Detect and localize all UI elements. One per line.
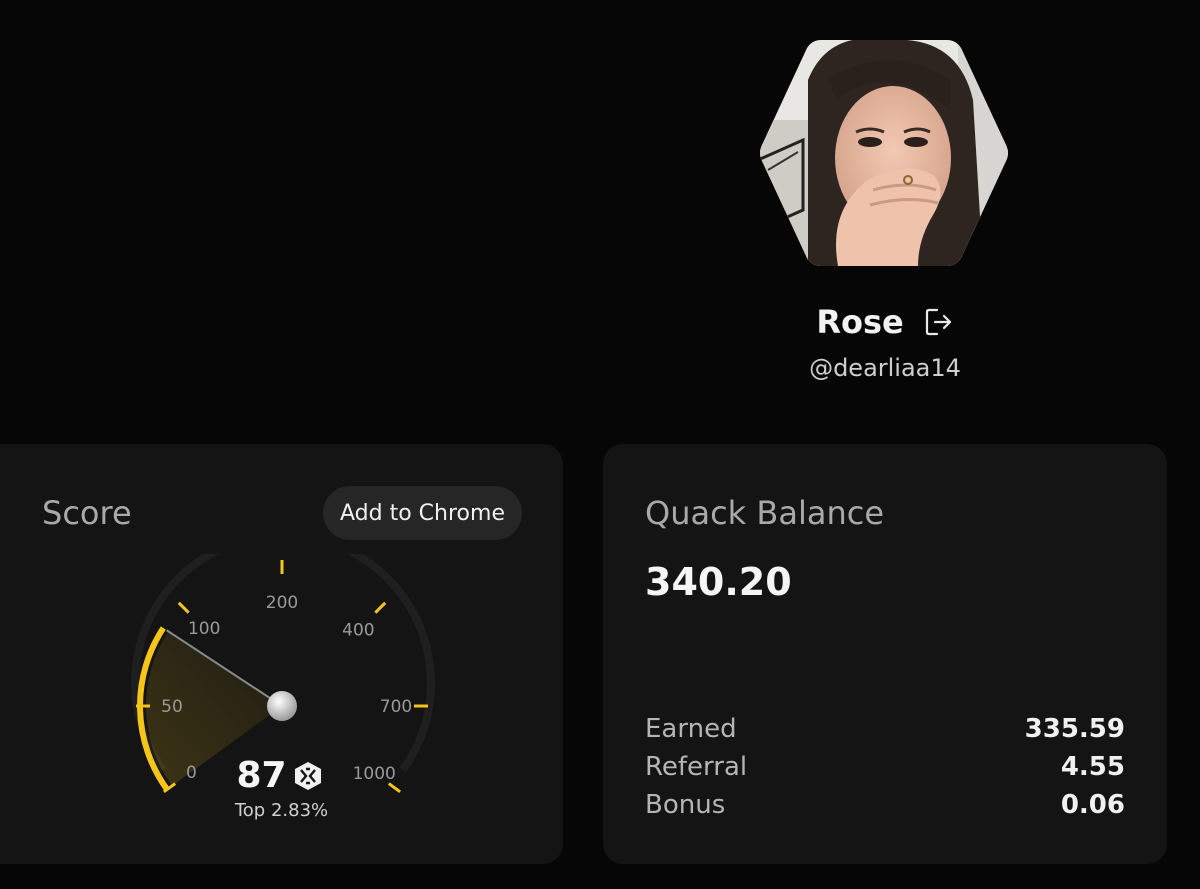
balance-breakdown: Earned 335.59 Referral 4.55 Bonus 0.06 — [645, 710, 1125, 824]
bonus-row: Bonus 0.06 — [645, 786, 1125, 824]
profile-header: Rose — [0, 300, 1200, 344]
balance-total: 340.20 — [645, 560, 792, 604]
earned-label: Earned — [645, 714, 737, 744]
score-value-row: 87 — [0, 755, 563, 796]
gauge-tick-label: 100 — [188, 619, 220, 639]
gauge-tick — [374, 601, 387, 614]
gauge-tick-label: 400 — [342, 621, 374, 641]
bonus-label: Bonus — [645, 790, 726, 820]
bonus-value: 0.06 — [1060, 790, 1125, 820]
add-to-chrome-button[interactable]: Add to Chrome — [323, 486, 522, 540]
balance-title: Quack Balance — [645, 494, 884, 532]
gauge-tick — [177, 601, 190, 614]
logout-icon[interactable] — [924, 307, 954, 337]
referral-row: Referral 4.55 — [645, 748, 1125, 786]
referral-label: Referral — [645, 752, 748, 782]
gauge-tick-label: 200 — [266, 593, 298, 613]
score-number: 87 — [236, 755, 287, 796]
profile-name: Rose — [816, 303, 904, 341]
gauge-tick-label: 50 — [161, 697, 183, 717]
score-badge-icon — [294, 761, 321, 790]
profile-handle: @dearliaa14 — [809, 354, 961, 382]
score-rank: Top 2.83% — [234, 800, 329, 821]
referral-value: 4.55 — [1060, 752, 1125, 782]
balance-card: Quack Balance 340.20 Earned 335.59 Refer… — [603, 444, 1167, 864]
gauge-needle-hub — [267, 691, 297, 721]
earned-value: 335.59 — [1024, 714, 1125, 744]
avatar[interactable] — [758, 40, 1010, 266]
score-card: Score Add to Chrome 0 50 100 200 400 700 1000 … — [0, 444, 563, 864]
score-title: Score — [42, 494, 132, 532]
earned-row: Earned 335.59 — [645, 710, 1125, 748]
gauge-tick-label: 700 — [380, 697, 412, 717]
